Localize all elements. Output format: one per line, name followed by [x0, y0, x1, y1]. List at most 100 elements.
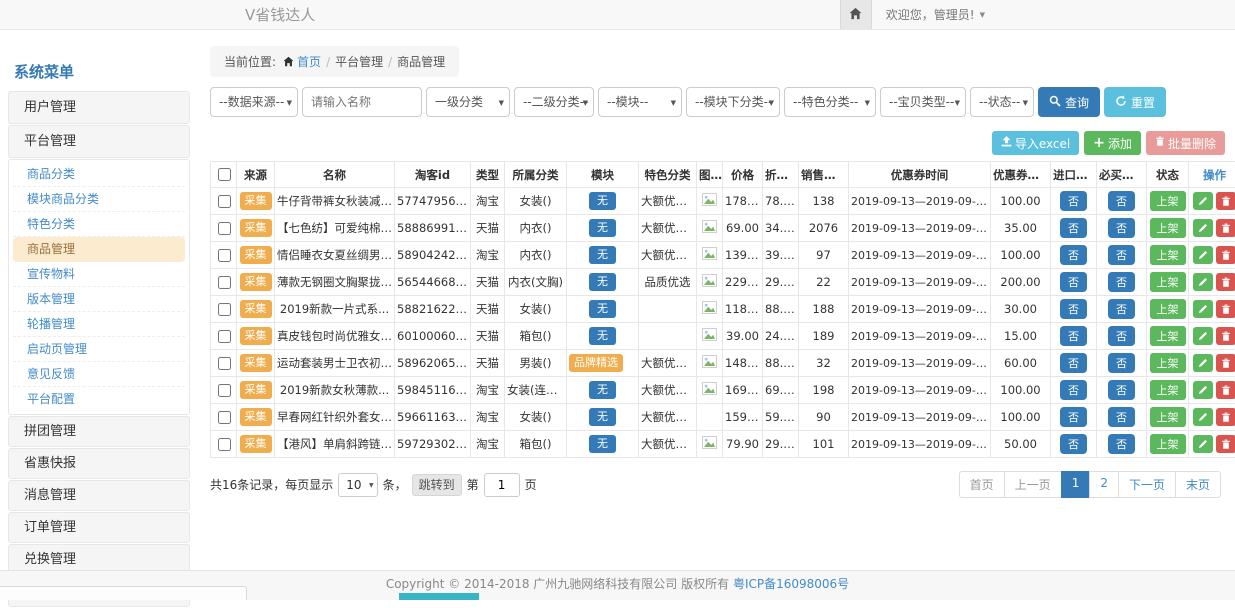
home-button[interactable] — [840, 0, 872, 29]
filter-status-select[interactable]: --状态--▼ — [970, 87, 1034, 117]
must-buy-toggle[interactable]: 否 — [1108, 272, 1135, 292]
edit-button[interactable] — [1193, 273, 1213, 291]
row-checkbox[interactable] — [218, 411, 231, 424]
must-buy-toggle[interactable]: 否 — [1108, 380, 1135, 400]
must-buy-toggle[interactable]: 否 — [1108, 326, 1135, 346]
status-button[interactable]: 上架 — [1150, 326, 1186, 346]
pagination-prev[interactable]: 上一页 — [1004, 471, 1062, 498]
status-button[interactable]: 上架 — [1150, 434, 1186, 454]
edit-button[interactable] — [1193, 192, 1213, 210]
sidebar-item[interactable]: 省惠快报 — [8, 448, 190, 479]
status-button[interactable]: 上架 — [1150, 407, 1186, 427]
delete-button[interactable] — [1216, 408, 1235, 426]
sidebar-item[interactable]: 拼团管理 — [8, 416, 190, 447]
must-buy-toggle[interactable]: 否 — [1108, 434, 1135, 454]
sidebar-item[interactable]: 平台管理 — [8, 125, 190, 158]
sidebar-submenu-item[interactable]: 轮播管理 — [13, 312, 185, 337]
filter-level2-select[interactable]: --二级分类--▼ — [514, 87, 594, 117]
row-checkbox[interactable] — [218, 357, 231, 370]
sidebar-item[interactable]: 消息管理 — [8, 480, 190, 511]
edit-button[interactable] — [1193, 327, 1213, 345]
edit-button[interactable] — [1193, 408, 1213, 426]
edit-button[interactable] — [1193, 219, 1213, 237]
status-button[interactable]: 上架 — [1150, 218, 1186, 238]
filter-itemtype-select[interactable]: --宝贝类型--▼ — [880, 87, 966, 117]
must-buy-toggle[interactable]: 否 — [1108, 218, 1135, 238]
import-optimal-toggle[interactable]: 否 — [1060, 245, 1087, 265]
row-checkbox[interactable] — [218, 276, 231, 289]
status-button[interactable]: 上架 — [1150, 272, 1186, 292]
select-all-checkbox[interactable] — [218, 168, 231, 181]
sidebar-submenu-item[interactable]: 意见反馈 — [13, 362, 185, 387]
must-buy-toggle[interactable]: 否 — [1108, 353, 1135, 373]
sidebar-submenu-item[interactable]: 特色分类 — [13, 212, 185, 237]
edit-button[interactable] — [1193, 300, 1213, 318]
import-optimal-toggle[interactable]: 否 — [1060, 326, 1087, 346]
status-button[interactable]: 上架 — [1150, 191, 1186, 211]
pagination-first[interactable]: 首页 — [959, 471, 1005, 498]
search-button[interactable]: 查询 — [1038, 87, 1100, 117]
batch-delete-button[interactable]: 批量删除 — [1146, 131, 1225, 155]
status-button[interactable]: 上架 — [1150, 353, 1186, 373]
import-excel-button[interactable]: 导入excel — [992, 131, 1079, 155]
sidebar-submenu-item[interactable]: 模块商品分类 — [13, 187, 185, 212]
add-button[interactable]: +添加 — [1084, 131, 1141, 155]
delete-button[interactable] — [1216, 381, 1235, 399]
jump-page-input[interactable] — [484, 473, 520, 497]
breadcrumb-home-link[interactable]: 首页 — [297, 55, 321, 69]
import-optimal-toggle[interactable]: 否 — [1060, 272, 1087, 292]
pagination-next[interactable]: 下一页 — [1118, 471, 1176, 498]
sidebar-item[interactable]: 用户管理 — [8, 91, 190, 124]
pagination-last[interactable]: 末页 — [1175, 471, 1221, 498]
import-optimal-toggle[interactable]: 否 — [1060, 380, 1087, 400]
row-checkbox[interactable] — [218, 303, 231, 316]
row-checkbox[interactable] — [218, 384, 231, 397]
pagination-page-2[interactable]: 2 — [1089, 471, 1119, 498]
must-buy-toggle[interactable]: 否 — [1108, 191, 1135, 211]
delete-button[interactable] — [1216, 192, 1235, 210]
sidebar-submenu-item[interactable]: 商品管理 — [13, 237, 185, 262]
sidebar-submenu-item[interactable]: 商品分类 — [13, 162, 185, 187]
status-button[interactable]: 上架 — [1150, 380, 1186, 400]
row-checkbox[interactable] — [218, 195, 231, 208]
edit-button[interactable] — [1193, 246, 1213, 264]
pagination-page-1[interactable]: 1 — [1061, 471, 1091, 498]
delete-button[interactable] — [1216, 246, 1235, 264]
must-buy-toggle[interactable]: 否 — [1108, 407, 1135, 427]
edit-button[interactable] — [1193, 381, 1213, 399]
filter-feature-select[interactable]: --特色分类--▼ — [784, 87, 876, 117]
sidebar-submenu-item[interactable]: 平台配置 — [13, 387, 185, 412]
row-checkbox[interactable] — [218, 249, 231, 262]
import-optimal-toggle[interactable]: 否 — [1060, 191, 1087, 211]
name-search-input[interactable] — [302, 87, 422, 117]
icp-link[interactable]: 粤ICP备16098006号 — [733, 577, 849, 591]
sidebar-submenu-item[interactable]: 宣传物料 — [13, 262, 185, 287]
status-button[interactable]: 上架 — [1150, 245, 1186, 265]
reset-button[interactable]: 重置 — [1104, 87, 1166, 117]
sidebar-item[interactable]: 订单管理 — [8, 512, 190, 543]
delete-button[interactable] — [1216, 354, 1235, 372]
must-buy-toggle[interactable]: 否 — [1108, 245, 1135, 265]
page-size-select[interactable]: 10▼ — [338, 473, 377, 497]
edit-button[interactable] — [1193, 354, 1213, 372]
row-checkbox[interactable] — [218, 330, 231, 343]
row-checkbox[interactable] — [218, 222, 231, 235]
user-menu[interactable]: 欢迎您，管理员! ▼ — [886, 6, 985, 23]
delete-button[interactable] — [1216, 219, 1235, 237]
row-checkbox[interactable] — [218, 438, 231, 451]
status-button[interactable]: 上架 — [1150, 299, 1186, 319]
import-optimal-toggle[interactable]: 否 — [1060, 353, 1087, 373]
jump-button[interactable]: 跳转到 — [412, 474, 462, 496]
filter-source-select[interactable]: --数据来源--▼ — [210, 87, 298, 117]
delete-button[interactable] — [1216, 435, 1235, 453]
edit-button[interactable] — [1193, 435, 1213, 453]
delete-button[interactable] — [1216, 327, 1235, 345]
import-optimal-toggle[interactable]: 否 — [1060, 434, 1087, 454]
import-optimal-toggle[interactable]: 否 — [1060, 407, 1087, 427]
filter-module-select[interactable]: --模块--▼ — [598, 87, 682, 117]
filter-level1-select[interactable]: 一级分类▼ — [426, 87, 510, 117]
delete-button[interactable] — [1216, 273, 1235, 291]
delete-button[interactable] — [1216, 300, 1235, 318]
import-optimal-toggle[interactable]: 否 — [1060, 299, 1087, 319]
import-optimal-toggle[interactable]: 否 — [1060, 218, 1087, 238]
